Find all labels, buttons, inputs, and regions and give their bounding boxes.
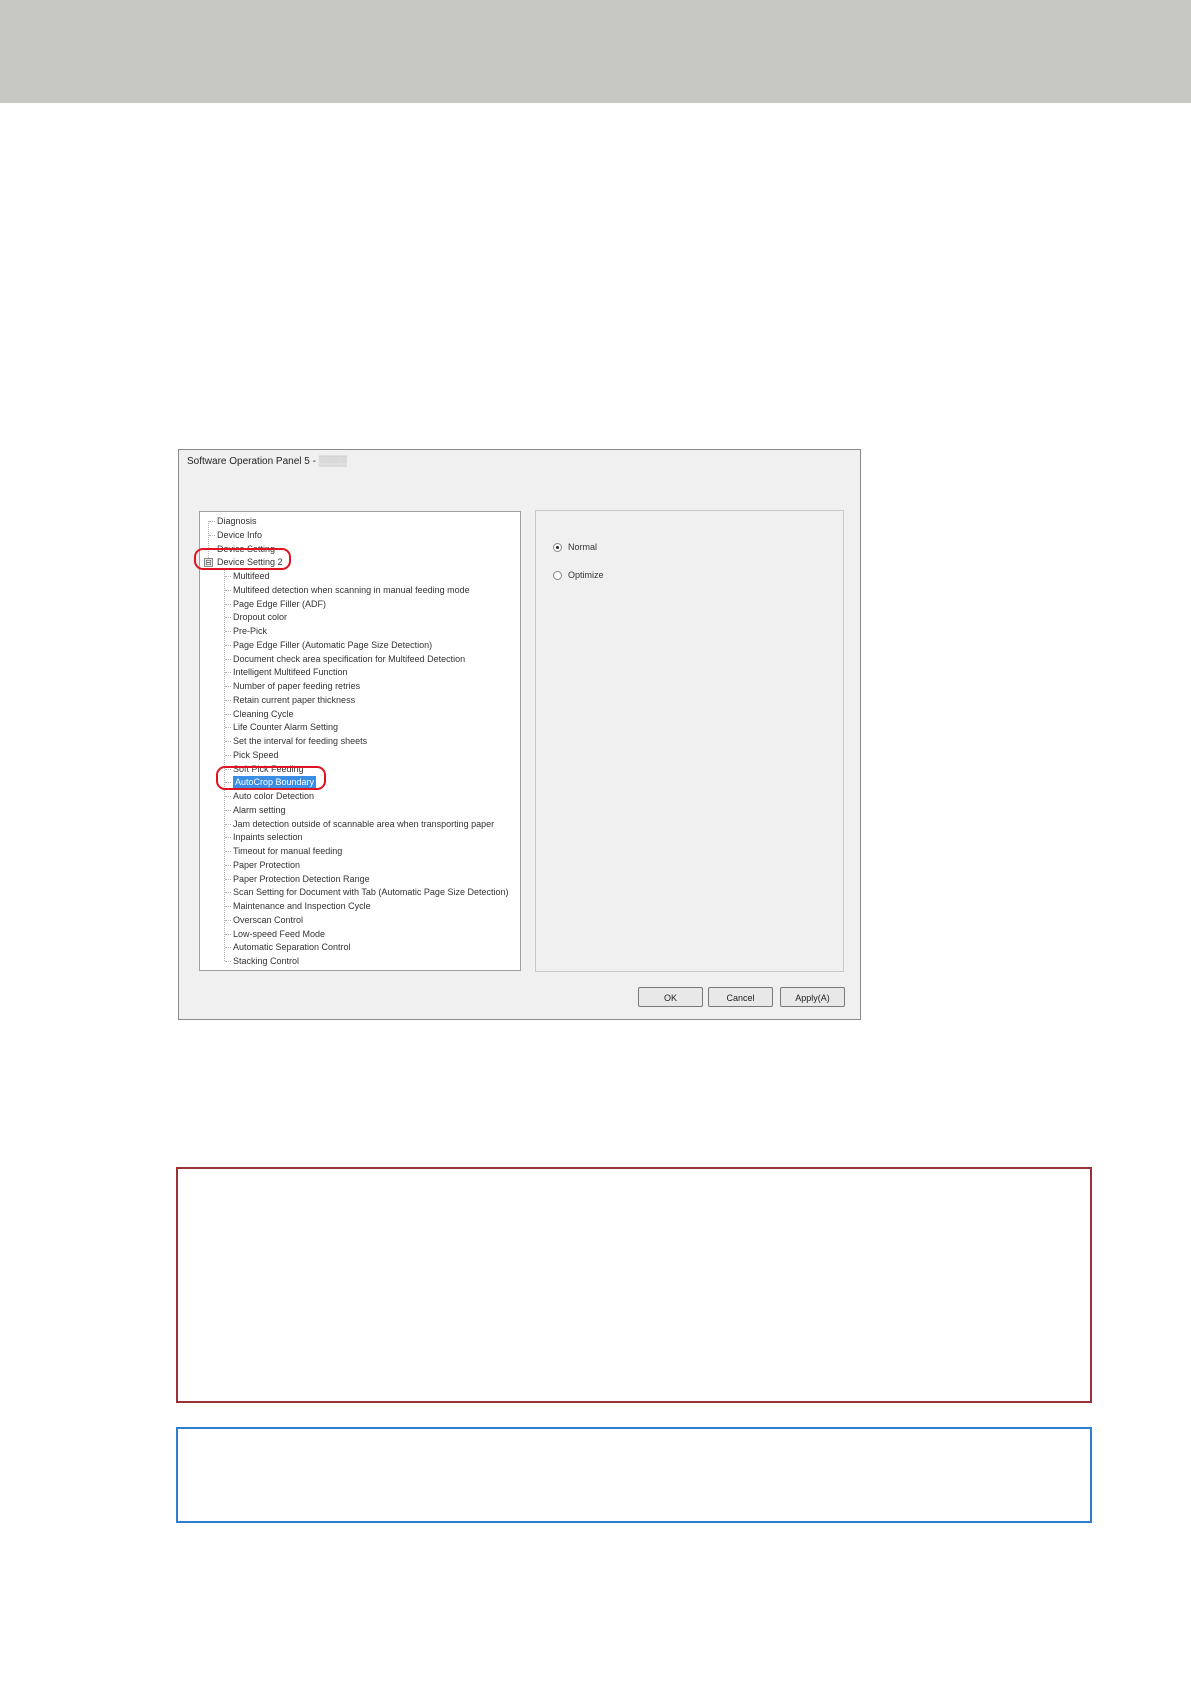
top-header-band [0, 0, 1191, 103]
tree-branch-line [209, 534, 215, 536]
tree-branch-line [225, 837, 231, 839]
setting-options-panel: Normal Optimize [535, 510, 844, 972]
radio-normal-label: Normal [568, 542, 598, 552]
tree-item[interactable]: Pick Speed [233, 749, 279, 761]
tree-branch-line [225, 713, 231, 715]
tree-branch-line [225, 947, 231, 949]
tree-branch-line [225, 699, 231, 701]
tree-item[interactable]: Paper Protection [233, 859, 300, 871]
tree-branch-line [225, 727, 231, 729]
ok-button[interactable]: OK [638, 987, 703, 1007]
cancel-button[interactable]: Cancel [708, 987, 773, 1007]
tree-branch-line [225, 823, 231, 825]
tree-branch-line [225, 658, 231, 660]
tree-branch-line [209, 521, 215, 522]
tree-branch-line [225, 754, 231, 756]
tree-item[interactable]: Stacking Control [233, 955, 299, 967]
tree-item[interactable]: Retain current paper thickness [233, 694, 355, 706]
tree-item[interactable]: Multifeed detection when scanning in man… [233, 584, 470, 596]
tree-branch-line [225, 672, 231, 674]
tree-item[interactable]: Number of paper feeding retries [233, 680, 360, 692]
tree-item[interactable]: Cleaning Cycle [233, 708, 294, 720]
tree-item[interactable]: Diagnosis [217, 515, 257, 527]
settings-tree[interactable]: Diagnosis Device Info Device Setting ⊟ Devic… [199, 511, 521, 971]
tree-item[interactable]: Dropout color [233, 611, 287, 623]
tree-item[interactable]: Maintenance and Inspection Cycle [233, 900, 371, 912]
tree-branch-line [225, 878, 231, 880]
tree-branch-line [225, 686, 231, 687]
radio-optimize-indicator[interactable] [553, 571, 562, 581]
highlight-device-setting-2 [194, 548, 291, 570]
tree-branch-line [225, 906, 231, 907]
dialog-title-text: Software Operation Panel 5 - [187, 456, 319, 467]
radio-normal-indicator[interactable] [553, 543, 562, 553]
tree-branch-line [225, 644, 231, 646]
dialog-title: Software Operation Panel 5 - ▒▒▒▒ [187, 456, 347, 467]
tree-branch-line [225, 741, 231, 742]
tree-item[interactable]: Life Counter Alarm Setting [233, 721, 338, 733]
tree-item[interactable]: Multifeed [233, 570, 270, 582]
tree-item[interactable]: Page Edge Filler (ADF) [233, 598, 326, 610]
tree-branch-line [225, 796, 231, 797]
tree-item[interactable]: Intelligent Multifeed Function [233, 666, 348, 678]
tree-branch-line [225, 631, 231, 632]
tree-item[interactable]: Paper Protection Detection Range [233, 873, 370, 885]
tree-branch-line [225, 933, 231, 935]
radio-optimize[interactable]: Optimize [553, 570, 604, 581]
tree-item[interactable]: Alarm setting [233, 804, 286, 816]
tree-item[interactable]: Pre-Pick [233, 625, 267, 637]
radio-optimize-label: Optimize [568, 570, 604, 580]
highlight-autocrop-boundary [216, 766, 326, 790]
tree-branch-line [225, 919, 231, 921]
tree-branch-line [225, 892, 231, 894]
apply-button[interactable]: Apply(A) [780, 987, 845, 1007]
tree-branch-line [225, 809, 231, 811]
tree-item[interactable]: Jam detection outside of scannable area … [233, 818, 494, 830]
tree-item[interactable]: Document check area specification for Mu… [233, 653, 465, 665]
tree-item[interactable]: Set the interval for feeding sheets [233, 735, 367, 747]
tree-branch-line [225, 576, 231, 577]
tree-branch-line [225, 851, 231, 852]
tree-branch-line [225, 961, 231, 962]
tree-item[interactable]: Inpaints selection [233, 831, 303, 843]
tree-branch-line [225, 617, 231, 619]
hint-box [176, 1427, 1092, 1523]
tree-branch-line [225, 603, 231, 605]
attention-box [176, 1167, 1092, 1403]
tree-item[interactable]: Scan Setting for Document with Tab (Auto… [233, 886, 508, 898]
software-operation-panel-dialog: Software Operation Panel 5 - ▒▒▒▒ Diagno… [178, 449, 861, 1020]
tree-item[interactable]: Overscan Control [233, 914, 303, 926]
tree-item[interactable]: Auto color Detection [233, 790, 314, 802]
dialog-title-blurred: ▒▒▒▒ [318, 456, 348, 467]
tree-item[interactable]: Automatic Separation Control [233, 941, 351, 953]
radio-normal[interactable]: Normal [553, 542, 598, 553]
tree-branch-line [225, 864, 231, 866]
tree-item[interactable]: Device Info [217, 529, 262, 541]
tree-item[interactable]: Low-speed Feed Mode [233, 928, 325, 940]
tree-item[interactable]: Page Edge Filler (Automatic Page Size De… [233, 639, 432, 651]
tree-item[interactable]: Timeout for manual feeding [233, 845, 342, 857]
tree-branch-line [225, 589, 231, 591]
